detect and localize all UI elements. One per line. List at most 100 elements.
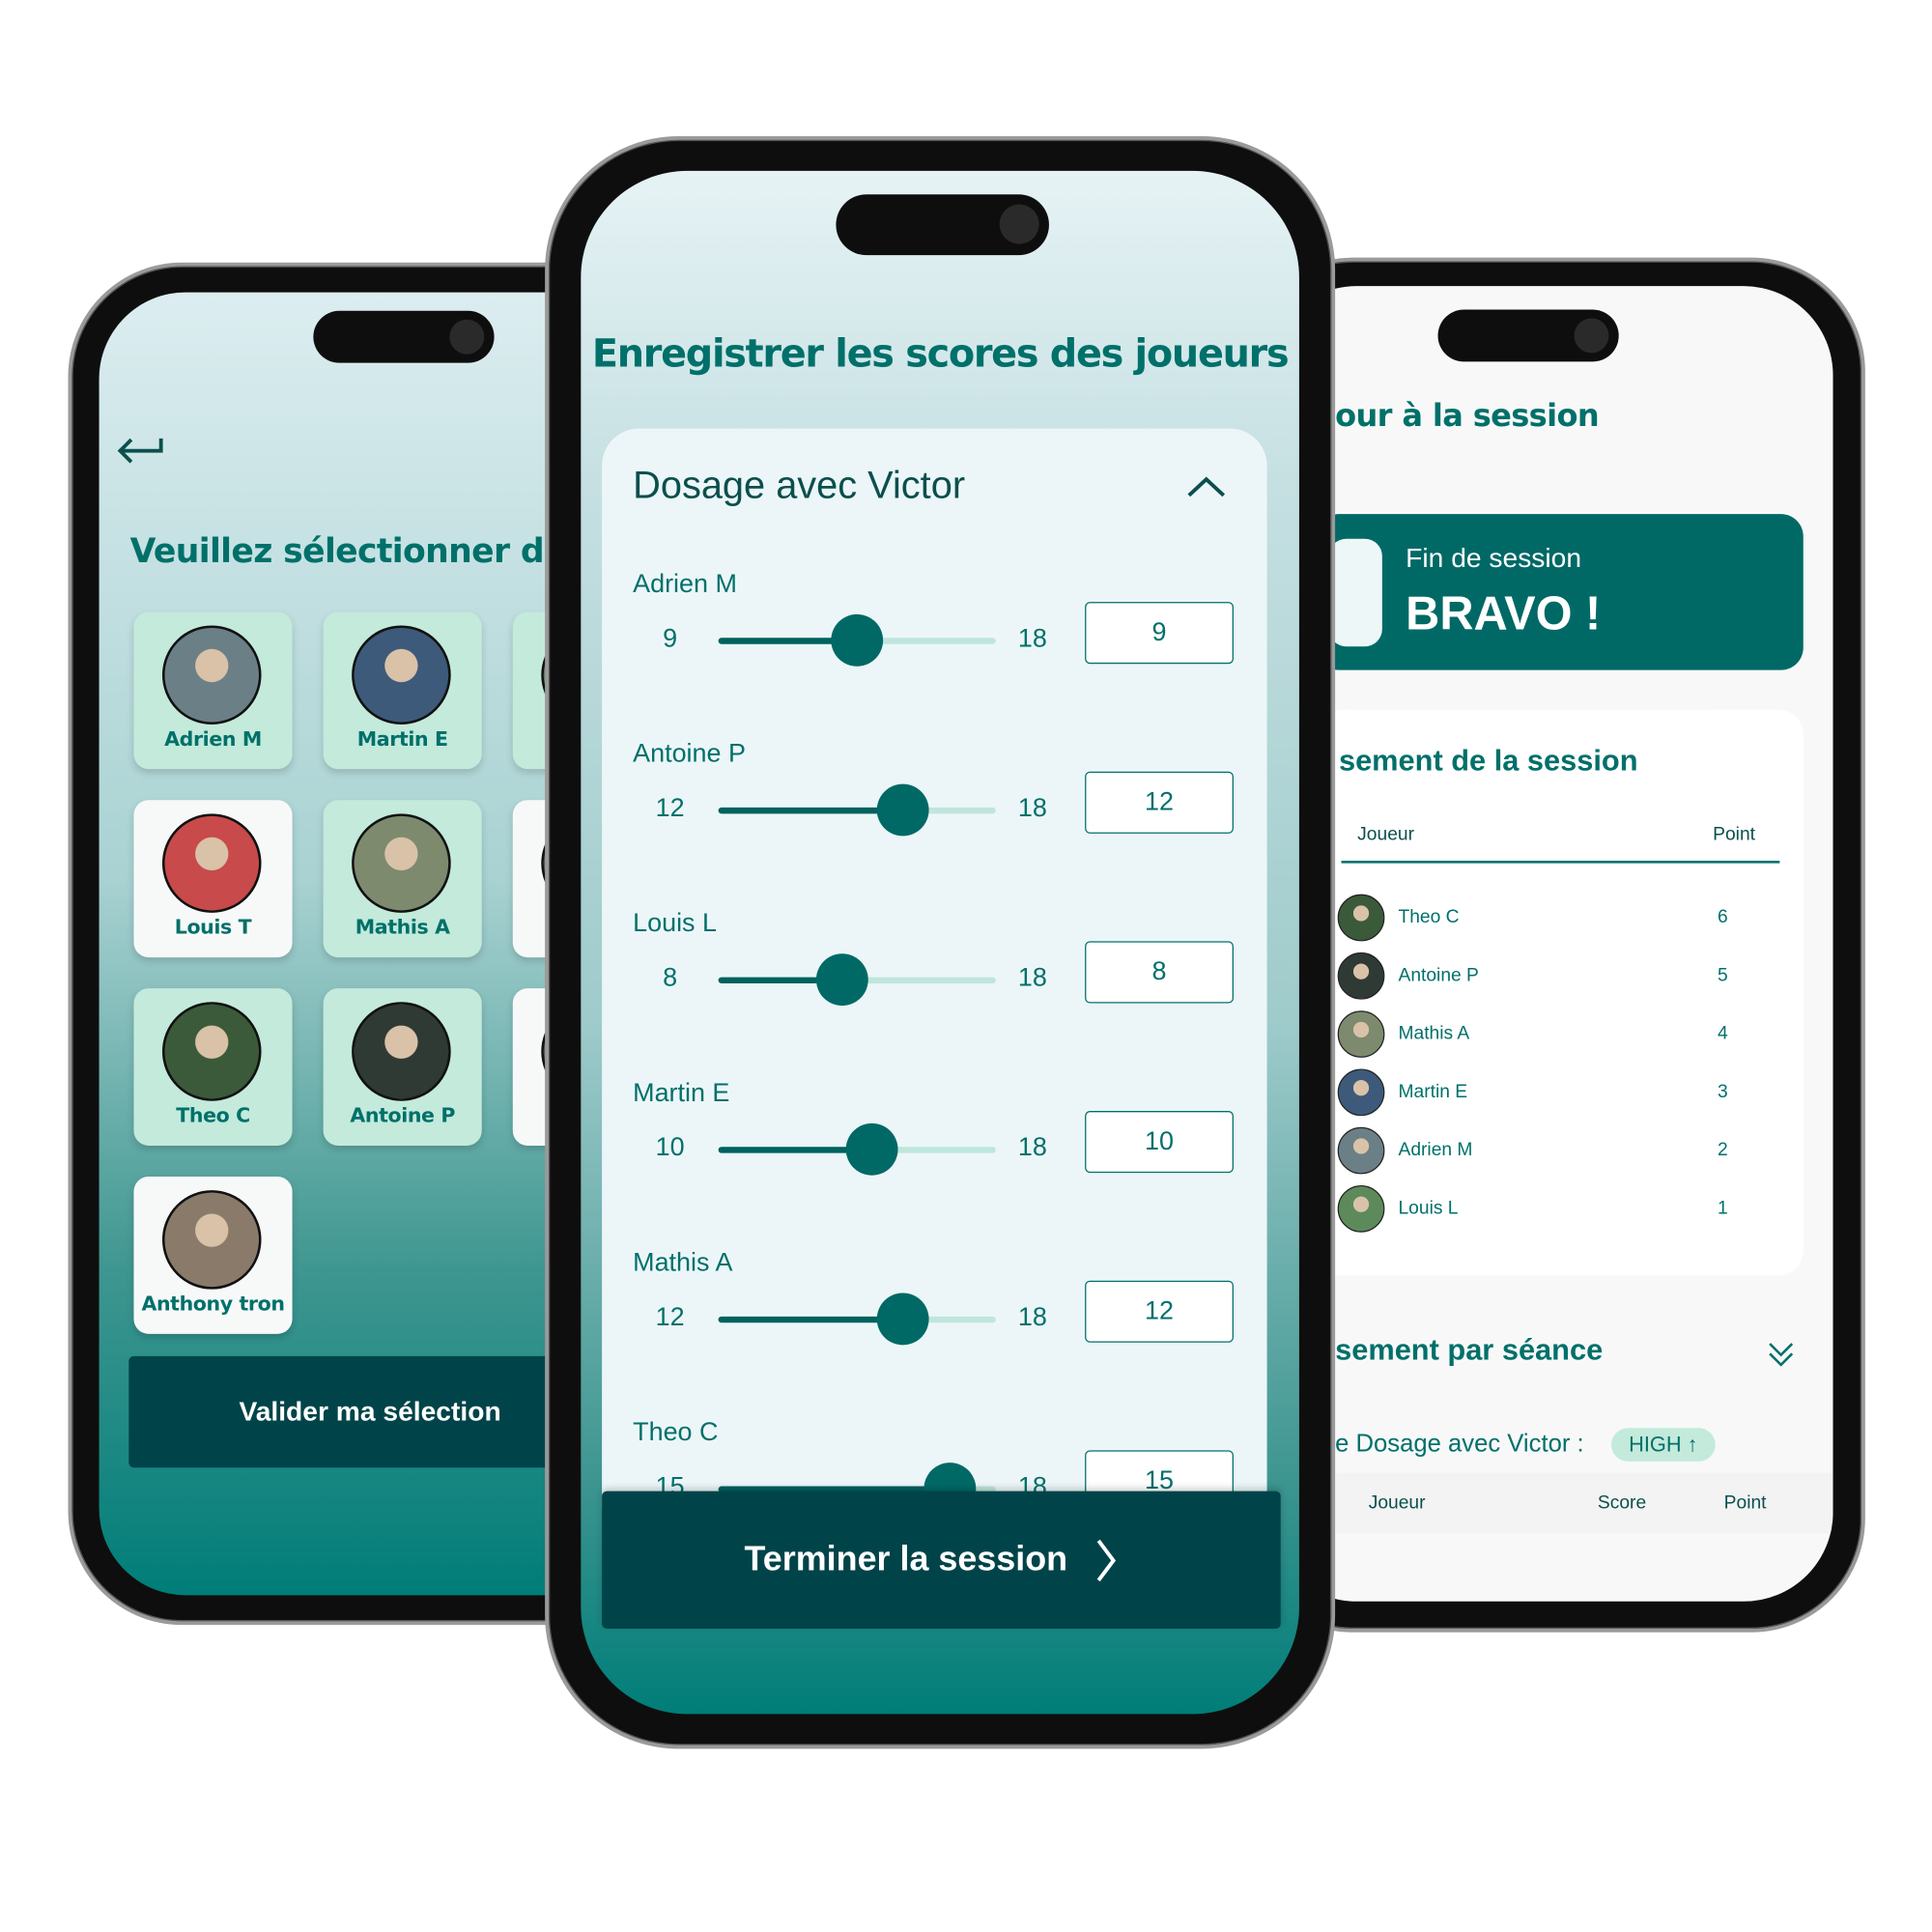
slider-thumb[interactable] [877, 1293, 929, 1346]
ranking-row: Mathis A 4 [1317, 1010, 1787, 1060]
player-name: Mathis A [1398, 1023, 1470, 1044]
avatar [1337, 1184, 1385, 1233]
double-chevron-down-icon[interactable] [1766, 1342, 1796, 1376]
score-slider[interactable] [718, 1122, 996, 1176]
avatar [161, 813, 262, 913]
dynamic-island [1437, 309, 1619, 362]
slider-max-label: 18 [1017, 793, 1047, 823]
slider-thumb[interactable] [831, 613, 884, 667]
header-player: Joueur [1368, 1492, 1426, 1514]
avatar [161, 1190, 262, 1290]
player-card[interactable]: Anthony tron [133, 1176, 293, 1334]
return-arrow-icon[interactable] [117, 434, 164, 472]
player-name: Martin E [633, 1078, 730, 1108]
finish-session-label: Terminer la session [744, 1539, 1068, 1578]
score-row: Mathis A 12 18 12 [602, 1248, 1270, 1397]
player-name: Theo C [633, 1418, 719, 1447]
level-badge: HIGH ↑ [1611, 1428, 1716, 1462]
score-input[interactable]: 9 [1085, 602, 1234, 665]
player-name: Louis T [174, 915, 252, 939]
player-point: 6 [1718, 906, 1728, 928]
ranking-row: Louis L 1 [1317, 1184, 1787, 1235]
dynamic-island [836, 194, 1049, 256]
ranking-row: Martin E 3 [1317, 1068, 1787, 1118]
player-name: Theo C [176, 1103, 250, 1127]
score-value-label: 12 [655, 793, 685, 823]
player-card[interactable]: Adrien M [133, 611, 293, 770]
session-summary-screen: our à la session Fin de session BRAVO ! … [1266, 286, 1833, 1602]
score-input[interactable]: 12 [1085, 1280, 1234, 1343]
score-value-label: 10 [655, 1133, 685, 1162]
app-mockup: Veuillez sélectionner des Adrien M Martin… [0, 0, 1932, 1932]
chevron-up-icon[interactable] [1186, 475, 1226, 503]
avatar [1337, 1010, 1385, 1058]
score-row: Martin E 10 18 10 [602, 1079, 1270, 1228]
score-entry-screen: Enregistrer les scores des joueurs Dosag… [581, 170, 1299, 1715]
slider-fill [718, 1316, 904, 1323]
player-name: Louis L [1398, 1197, 1459, 1219]
player-point: 1 [1718, 1197, 1728, 1219]
player-card[interactable]: Mathis A [323, 800, 482, 958]
trophy-icon [1328, 538, 1382, 647]
page-title: Enregistrer les scores des joueurs [591, 331, 1290, 377]
player-point: 3 [1718, 1081, 1728, 1103]
score-slider[interactable] [718, 953, 996, 1007]
score-input[interactable]: 10 [1085, 1111, 1234, 1174]
slider-max-label: 18 [1017, 1133, 1047, 1162]
player-name: Anthony tron [141, 1292, 285, 1316]
avatar [352, 625, 451, 725]
session-label: e Dosage avec Victor : [1335, 1430, 1584, 1459]
slider-thumb[interactable] [815, 953, 868, 1007]
header-score: Score [1597, 1492, 1647, 1514]
player-name: Antoine P [350, 1103, 456, 1127]
header-player: Joueur [1357, 823, 1414, 845]
score-input[interactable]: 8 [1085, 941, 1234, 1004]
player-point: 2 [1718, 1139, 1728, 1161]
session-table-header: Joueur Score Point [1316, 1472, 1833, 1534]
avatar [161, 625, 262, 725]
session-ranking-card: sement de la session Joueur Point Theo C… [1316, 709, 1804, 1276]
page-title: our à la session [1335, 397, 1600, 434]
ranking-row: Adrien M 2 [1317, 1126, 1787, 1177]
ranking-title: sement de la session [1338, 744, 1638, 779]
banner-subtitle: Fin de session [1406, 542, 1582, 574]
page-title: Veuillez sélectionner des [129, 532, 586, 572]
slider-thumb[interactable] [877, 783, 929, 837]
player-name: Antoine P [1398, 964, 1479, 986]
score-input[interactable]: 12 [1085, 771, 1234, 834]
score-slider[interactable] [718, 613, 996, 667]
player-name: Martin E [1398, 1081, 1468, 1103]
header-point: Point [1723, 1492, 1767, 1514]
player-name: Mathis A [633, 1248, 733, 1277]
player-name: Theo C [1398, 906, 1460, 928]
player-card[interactable]: Martin E [323, 611, 482, 770]
slider-max-label: 18 [1017, 1302, 1047, 1332]
avatar [352, 1002, 451, 1101]
per-session-title: sement par séance [1335, 1333, 1604, 1368]
player-card[interactable]: Theo C [133, 988, 293, 1146]
player-card[interactable]: Louis T [133, 800, 293, 958]
score-row: Antoine P 12 18 12 [602, 739, 1270, 888]
player-point: 5 [1718, 964, 1728, 986]
header-divider [1341, 861, 1780, 864]
ranking-row: Theo C 6 [1317, 894, 1787, 944]
middle-phone: Enregistrer les scores des joueurs Dosag… [545, 136, 1336, 1749]
avatar [1337, 952, 1385, 1000]
player-name: Adrien M [1398, 1139, 1473, 1161]
chevron-right-icon [1094, 1538, 1117, 1589]
finish-session-button[interactable]: Terminer la session [602, 1491, 1281, 1629]
player-card[interactable]: Antoine P [323, 988, 482, 1146]
avatar [352, 813, 451, 913]
validate-selection-label: Valider ma sélection [239, 1395, 501, 1427]
dosage-card: Dosage avec Victor Adrien M 9 18 9 Antoine P… [602, 428, 1267, 1544]
slider-fill [718, 807, 904, 814]
score-slider[interactable] [718, 783, 996, 837]
banner-title: BRAVO ! [1406, 587, 1602, 640]
score-row: Louis L 8 18 8 [602, 909, 1270, 1058]
score-value-label: 12 [655, 1302, 685, 1332]
card-title: Dosage avec Victor [633, 463, 966, 507]
score-slider[interactable] [718, 1293, 996, 1346]
slider-thumb[interactable] [846, 1122, 899, 1176]
dynamic-island [313, 310, 495, 363]
ranking-row: Antoine P 5 [1317, 952, 1787, 1002]
